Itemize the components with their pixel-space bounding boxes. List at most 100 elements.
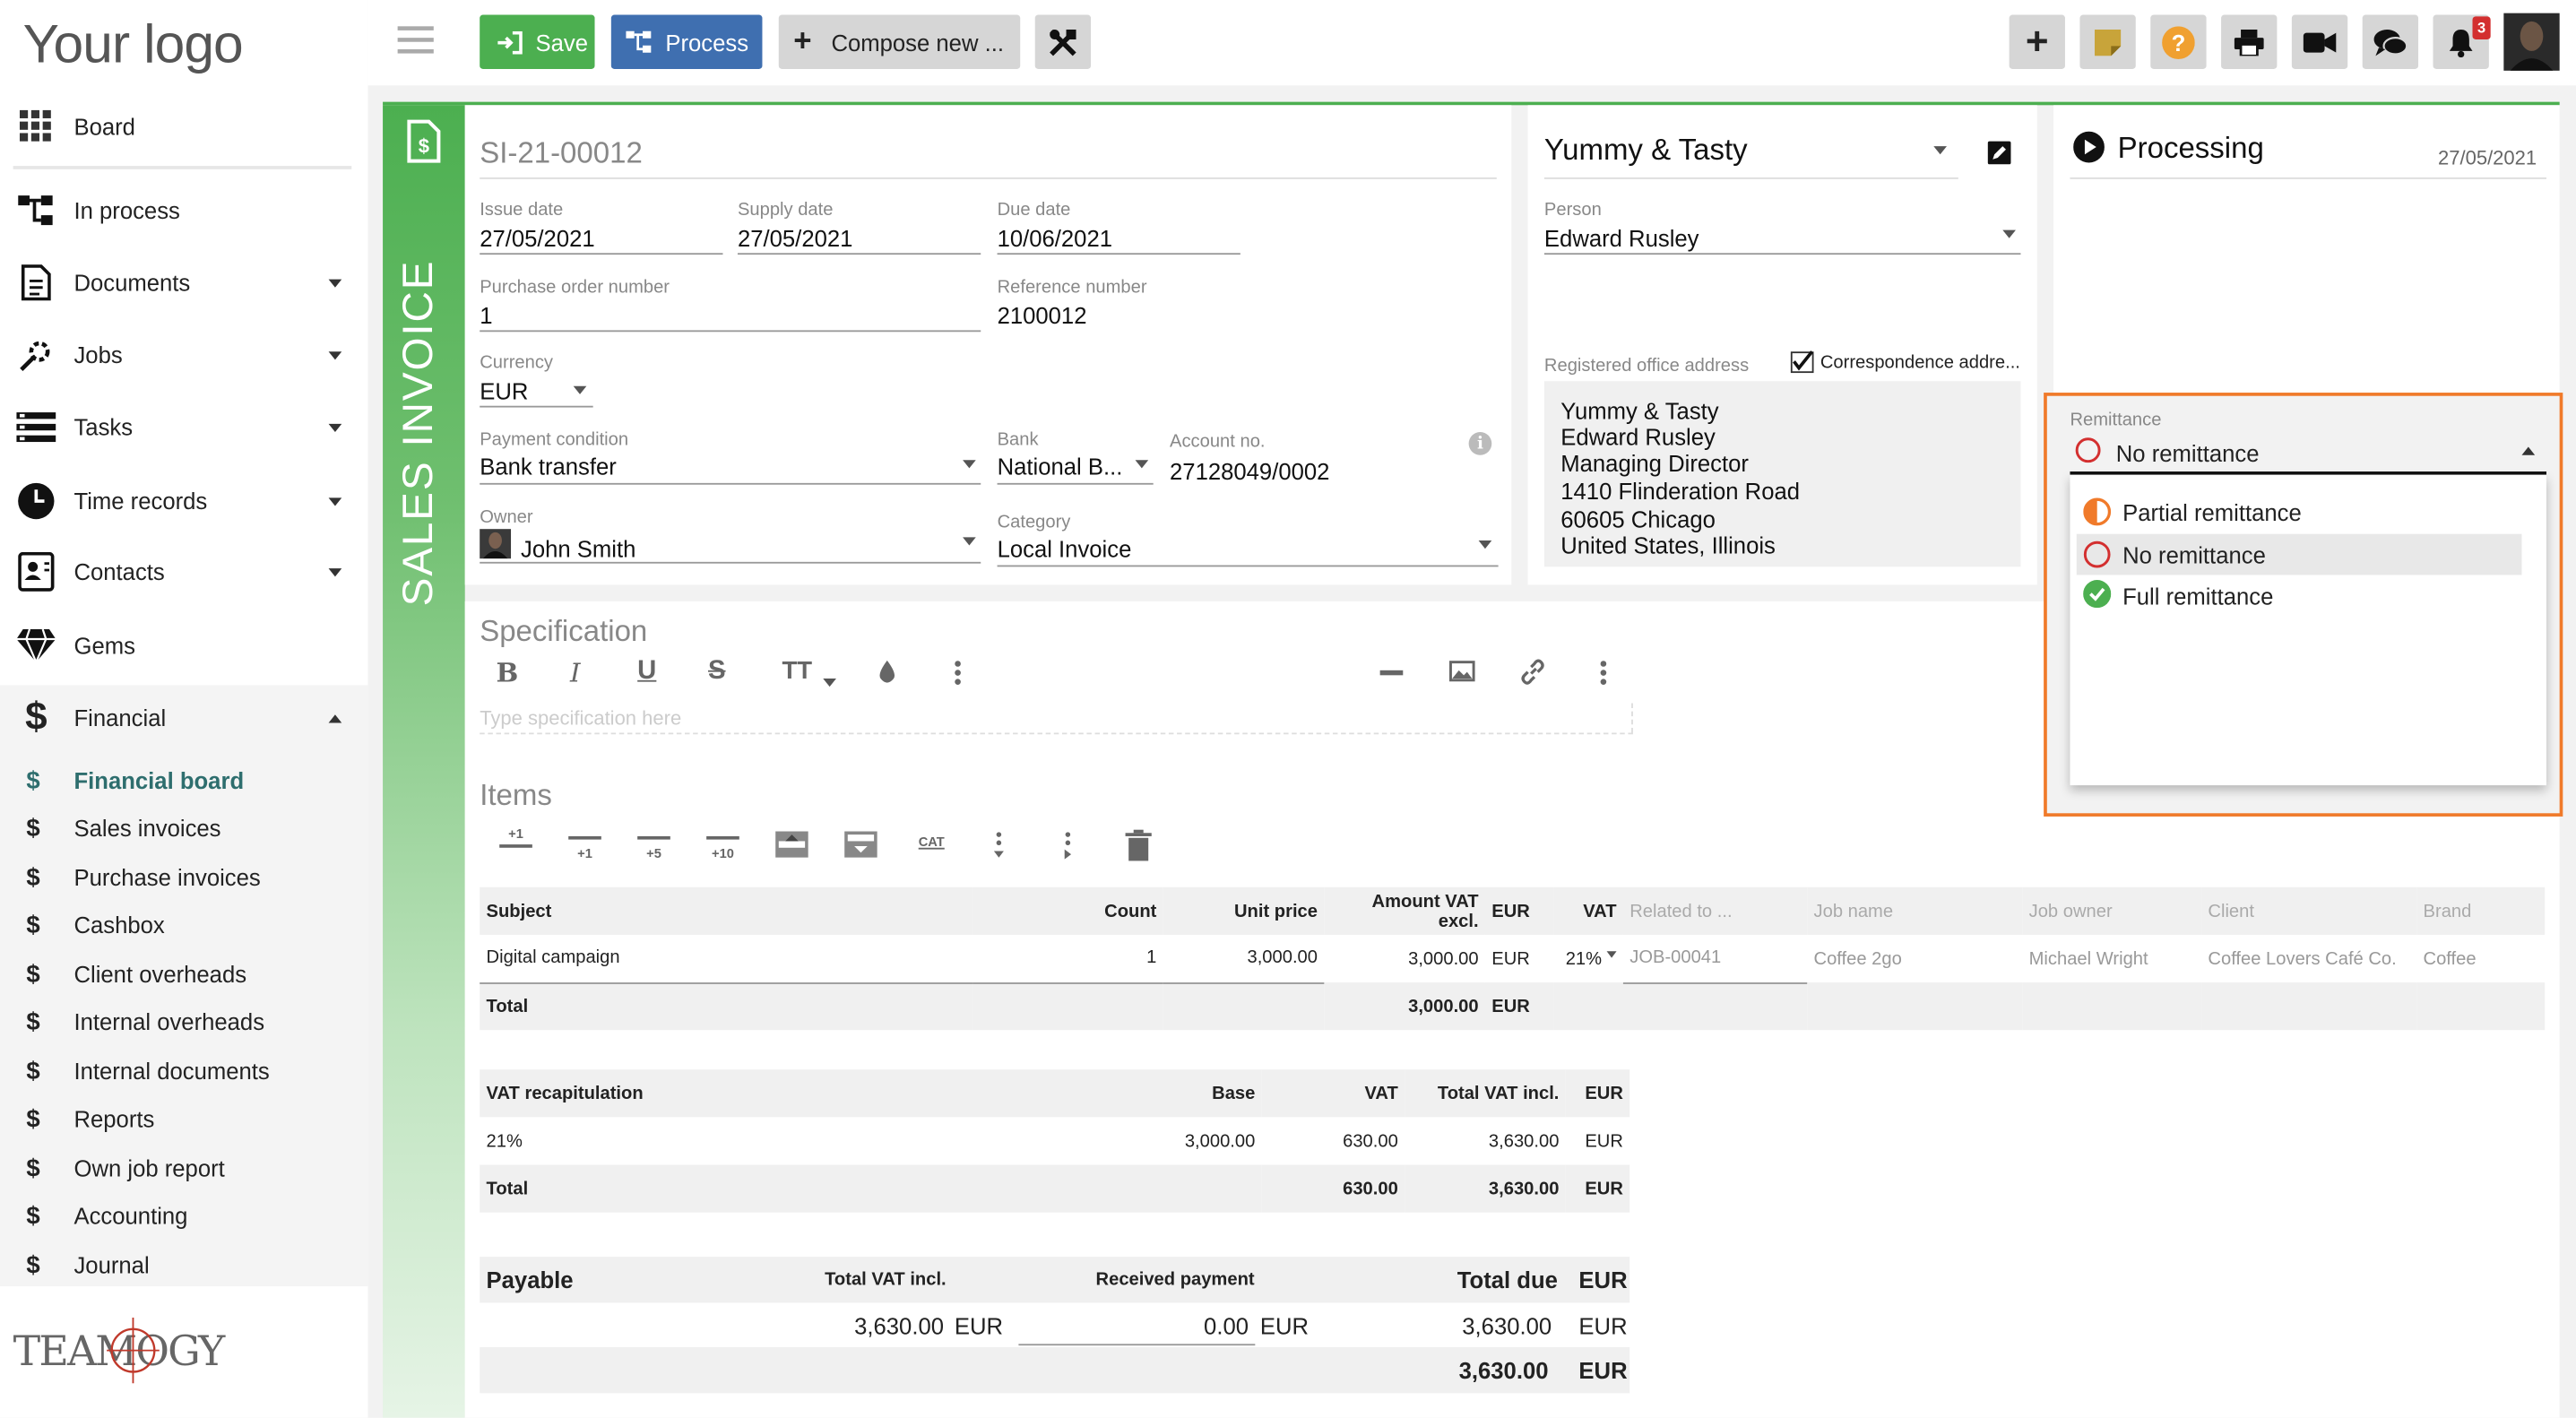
image-icon[interactable] bbox=[1448, 661, 1475, 682]
sidebar-item-time-records[interactable]: Time records bbox=[0, 468, 368, 533]
move-row-down-icon[interactable] bbox=[844, 831, 877, 858]
sidebar-subitem-client-overheads[interactable]: $ Client overheads bbox=[0, 951, 368, 997]
person-select[interactable]: Edward Rusley bbox=[1544, 225, 1699, 251]
sidebar-item-tasks[interactable]: Tasks bbox=[0, 394, 368, 460]
edit-icon[interactable] bbox=[1987, 141, 2011, 165]
issue-date-field[interactable]: 27/05/2021 bbox=[480, 225, 594, 251]
bank-select[interactable]: National B... bbox=[998, 454, 1123, 480]
item-subject[interactable]: Digital campaign bbox=[480, 934, 973, 983]
correspondence-checkbox[interactable] bbox=[1790, 350, 1814, 374]
remittance-select[interactable]: No remittance bbox=[2070, 436, 2546, 471]
bold-icon[interactable]: B bbox=[497, 657, 519, 688]
color-drop-icon[interactable] bbox=[877, 660, 897, 685]
add-row-icon[interactable]: +1 bbox=[566, 831, 605, 867]
chevron-down-icon[interactable] bbox=[963, 537, 976, 546]
chevron-down-icon[interactable] bbox=[1135, 460, 1149, 469]
add-row-above-icon[interactable]: +1 bbox=[497, 825, 536, 860]
expand-rows-icon[interactable] bbox=[992, 831, 1006, 860]
add-10-rows-icon[interactable]: +10 bbox=[703, 831, 742, 867]
more-vertical-icon[interactable] bbox=[1598, 661, 1608, 685]
compose-new-button[interactable]: + Compose new ... bbox=[778, 14, 1021, 69]
trash-icon[interactable] bbox=[1125, 829, 1152, 861]
chevron-down-icon[interactable] bbox=[1606, 950, 1617, 957]
add-button[interactable]: + bbox=[2009, 14, 2065, 69]
sidebar-item-jobs[interactable]: Jobs bbox=[0, 322, 368, 387]
process-button[interactable]: Process bbox=[610, 14, 763, 69]
sidebar-item-documents[interactable]: Documents bbox=[0, 250, 368, 316]
info-icon[interactable]: i bbox=[1468, 432, 1492, 455]
sidebar-item-contacts[interactable]: Contacts bbox=[0, 539, 368, 604]
save-button[interactable]: Save bbox=[480, 14, 595, 69]
sidebar-item-in-process[interactable]: In process bbox=[0, 177, 368, 243]
sidebar-subitem-financial-board[interactable]: $ Financial board bbox=[0, 757, 368, 803]
expand-columns-icon[interactable] bbox=[1061, 831, 1075, 860]
notification-badge: 3 bbox=[2472, 16, 2491, 39]
horizontal-rule-icon[interactable] bbox=[1379, 670, 1404, 675]
po-number-field[interactable]: 1 bbox=[480, 302, 492, 328]
specification-editor[interactable]: Type specification here bbox=[480, 706, 681, 730]
hamburger-menu-icon[interactable] bbox=[397, 23, 434, 56]
sidebar-subitem-internal-documents[interactable]: $ Internal documents bbox=[0, 1048, 368, 1094]
item-unit-price[interactable]: 3,000.00 bbox=[1163, 934, 1325, 983]
category-tool-icon[interactable]: CAT bbox=[913, 826, 949, 856]
add-5-rows-icon[interactable]: +5 bbox=[634, 831, 673, 867]
item-count[interactable]: 1 bbox=[972, 934, 1163, 983]
link-icon[interactable] bbox=[1519, 659, 1545, 685]
sidebar-item-financial[interactable]: $ Financial bbox=[0, 685, 368, 750]
item-vat[interactable]: 21% bbox=[1554, 935, 1623, 982]
user-avatar[interactable] bbox=[2503, 13, 2560, 71]
sidebar-subitem-journal[interactable]: $ Journal bbox=[0, 1242, 368, 1288]
sidebar-item-board[interactable]: Board bbox=[0, 93, 368, 159]
sidebar-subitem-internal-overheads[interactable]: $ Internal overheads bbox=[0, 999, 368, 1044]
remittance-option-full[interactable]: Full remittance bbox=[2070, 575, 2546, 615]
more-vertical-icon[interactable] bbox=[953, 661, 963, 685]
owner-select[interactable]: John Smith bbox=[521, 536, 635, 562]
chevron-down-icon[interactable] bbox=[328, 497, 342, 506]
chevron-down-icon[interactable] bbox=[2002, 229, 2016, 238]
italic-icon[interactable]: I bbox=[570, 657, 581, 688]
vat-rate: 21% bbox=[486, 1130, 523, 1151]
chevron-down-icon[interactable] bbox=[328, 567, 342, 576]
help-button[interactable]: ? bbox=[2150, 14, 2207, 69]
chevron-up-icon[interactable] bbox=[2521, 446, 2536, 455]
received-payment-input[interactable]: 0.00 bbox=[1018, 1312, 1249, 1338]
sidebar-subitem-cashbox[interactable]: $ Cashbox bbox=[0, 902, 368, 947]
tasks-icon bbox=[14, 406, 57, 449]
sidebar-subitem-reports[interactable]: $ Reports bbox=[0, 1096, 368, 1142]
sticky-note-icon bbox=[2094, 29, 2122, 56]
chevron-up-icon[interactable] bbox=[328, 713, 342, 722]
remittance-option-none[interactable]: No remittance bbox=[2076, 533, 2522, 575]
supply-date-field[interactable]: 27/05/2021 bbox=[738, 225, 852, 251]
payment-condition-select[interactable]: Bank transfer bbox=[480, 454, 617, 480]
category-select[interactable]: Local Invoice bbox=[998, 536, 1132, 562]
remittance-option-partial[interactable]: Partial remittance bbox=[2070, 491, 2546, 531]
table-row[interactable]: Digital campaign 1 3,000.00 3,000.00 EUR… bbox=[480, 934, 2545, 983]
due-date-field[interactable]: 10/06/2021 bbox=[998, 225, 1112, 251]
underline-icon[interactable]: U bbox=[637, 657, 656, 687]
sticky-note-button[interactable] bbox=[2079, 14, 2136, 69]
strikethrough-icon[interactable]: S bbox=[708, 657, 726, 687]
currency-select[interactable]: EUR bbox=[480, 378, 528, 404]
item-related-to[interactable]: JOB-00041 bbox=[1622, 934, 1808, 983]
sidebar-subitem-accounting[interactable]: $ Accounting bbox=[0, 1193, 368, 1239]
text-size-icon[interactable]: TT bbox=[782, 657, 812, 685]
sidebar-subitem-own-job-report[interactable]: $ Own job report bbox=[0, 1146, 368, 1191]
video-call-button[interactable] bbox=[2291, 14, 2348, 69]
chevron-down-icon[interactable] bbox=[328, 422, 342, 432]
client-name-select[interactable]: Yummy & Tasty bbox=[1544, 133, 1748, 167]
print-button[interactable] bbox=[2221, 14, 2278, 69]
chat-button[interactable] bbox=[2362, 14, 2419, 69]
chevron-down-icon[interactable] bbox=[573, 385, 587, 394]
chevron-down-icon[interactable] bbox=[1478, 540, 1492, 549]
move-row-up-icon[interactable] bbox=[775, 831, 808, 858]
chevron-down-icon[interactable] bbox=[1933, 146, 1947, 155]
chevron-down-icon[interactable] bbox=[328, 350, 342, 359]
sidebar-item-gems[interactable]: Gems bbox=[0, 613, 368, 679]
tools-button[interactable] bbox=[1034, 14, 1092, 69]
sidebar-subitem-sales-invoices[interactable]: $ Sales invoices bbox=[0, 805, 368, 851]
chevron-down-icon[interactable] bbox=[328, 278, 342, 287]
sidebar-subitem-purchase-invoices[interactable]: $ Purchase invoices bbox=[0, 854, 368, 900]
chevron-down-icon[interactable] bbox=[963, 460, 976, 469]
chevron-down-icon[interactable] bbox=[823, 678, 836, 687]
notifications-button[interactable]: 3 bbox=[2433, 14, 2491, 69]
